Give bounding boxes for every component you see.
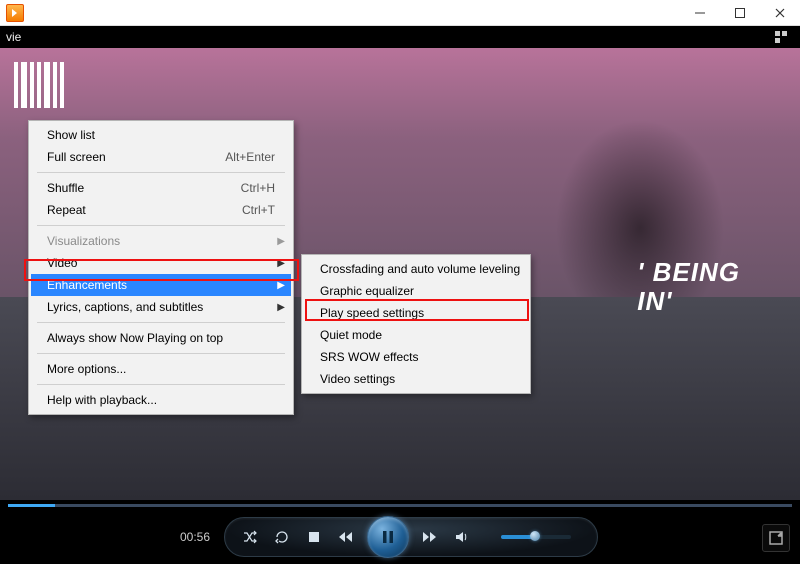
menu-show-list[interactable]: Show list [31, 124, 291, 146]
view-mode-icon[interactable] [774, 30, 788, 44]
submenu-crossfading[interactable]: Crossfading and auto volume leveling [304, 258, 528, 280]
menu-separator [37, 225, 285, 226]
video-caption: ' BEING IN' [637, 258, 740, 315]
close-button[interactable] [760, 0, 800, 26]
transport-controls [224, 517, 598, 557]
chevron-right-icon: ▶ [277, 258, 285, 269]
elapsed-time: 00:56 [180, 530, 210, 544]
menu-full-screen[interactable]: Full screen Alt+Enter [31, 146, 291, 168]
submenu-video-settings[interactable]: Video settings [304, 368, 528, 390]
seek-fill [8, 504, 55, 507]
menu-shuffle[interactable]: Shuffle Ctrl+H [31, 177, 291, 199]
menu-separator [37, 384, 285, 385]
menu-more-options[interactable]: More options... [31, 358, 291, 380]
play-pause-button[interactable] [367, 516, 409, 558]
player-subbar: vie [0, 26, 800, 48]
submenu-srs-wow[interactable]: SRS WOW effects [304, 346, 528, 368]
minimize-button[interactable] [680, 0, 720, 26]
context-menu[interactable]: Show list Full screen Alt+Enter Shuffle … [28, 120, 294, 415]
menu-separator [37, 172, 285, 173]
seek-bar[interactable] [0, 500, 800, 510]
volume-thumb[interactable] [530, 531, 540, 541]
caption-line-2: IN' [637, 287, 740, 316]
chevron-right-icon: ▶ [277, 302, 285, 313]
subbar-title: vie [6, 30, 21, 44]
menu-separator [37, 322, 285, 323]
menu-visualizations: Visualizations ▶ [31, 230, 291, 252]
menu-always-on-top[interactable]: Always show Now Playing on top [31, 327, 291, 349]
barcode-decor [14, 62, 64, 108]
caption-line-1: ' BEING [637, 258, 740, 287]
submenu-play-speed[interactable]: Play speed settings [304, 302, 528, 324]
previous-button[interactable] [337, 528, 355, 546]
menu-enhancements[interactable]: Enhancements ▶ [31, 274, 291, 296]
enhancements-submenu[interactable]: Crossfading and auto volume leveling Gra… [301, 254, 531, 394]
volume-slider[interactable] [491, 535, 571, 539]
menu-lyrics[interactable]: Lyrics, captions, and subtitles ▶ [31, 296, 291, 318]
chevron-right-icon: ▶ [277, 280, 285, 291]
menu-separator [37, 353, 285, 354]
mute-button[interactable] [453, 528, 471, 546]
player-controls: 00:56 [0, 510, 800, 564]
menu-repeat[interactable]: Repeat Ctrl+T [31, 199, 291, 221]
shuffle-button[interactable] [241, 528, 259, 546]
app-icon [6, 4, 24, 22]
repeat-button[interactable] [273, 528, 291, 546]
maximize-button[interactable] [720, 0, 760, 26]
chevron-right-icon: ▶ [277, 236, 285, 247]
menu-help-playback[interactable]: Help with playback... [31, 389, 291, 411]
submenu-equalizer[interactable]: Graphic equalizer [304, 280, 528, 302]
switch-view-button[interactable] [762, 524, 790, 552]
window-titlebar [0, 0, 800, 26]
next-button[interactable] [421, 528, 439, 546]
submenu-quiet-mode[interactable]: Quiet mode [304, 324, 528, 346]
menu-video[interactable]: Video ▶ [31, 252, 291, 274]
stop-button[interactable] [305, 528, 323, 546]
